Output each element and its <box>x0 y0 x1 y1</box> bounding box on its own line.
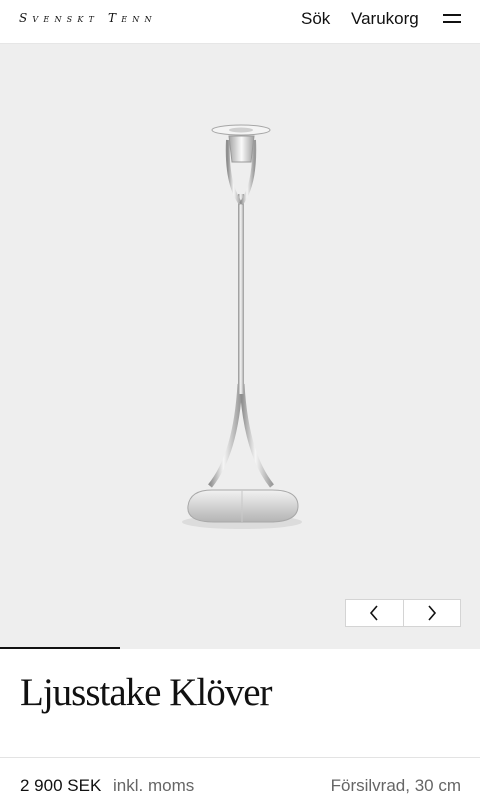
gallery-progress-bar <box>0 647 480 649</box>
product-spec: Försilvrad, 30 cm <box>330 776 461 795</box>
next-image-button[interactable] <box>402 600 461 626</box>
product-image <box>182 124 302 529</box>
search-link[interactable]: Sök <box>301 9 330 29</box>
brand-logo[interactable]: Svenskt Tenn <box>19 11 157 25</box>
cart-link[interactable]: Varukorg <box>351 9 419 29</box>
gallery-progress-fill <box>0 647 120 649</box>
product-title: Ljusstake Klöver <box>20 671 273 714</box>
previous-image-button[interactable] <box>346 600 403 626</box>
vat-note: inkl. moms <box>113 776 195 795</box>
product-price: 2 900 SEK <box>20 776 102 795</box>
chevron-left-icon <box>370 605 378 621</box>
product-gallery <box>0 44 480 648</box>
chevron-right-icon <box>428 605 436 621</box>
divider <box>0 757 480 758</box>
gallery-controls <box>345 599 461 627</box>
hamburger-menu-icon[interactable] <box>443 12 461 24</box>
site-header: Svenskt Tenn Sök Varukorg <box>0 0 480 44</box>
